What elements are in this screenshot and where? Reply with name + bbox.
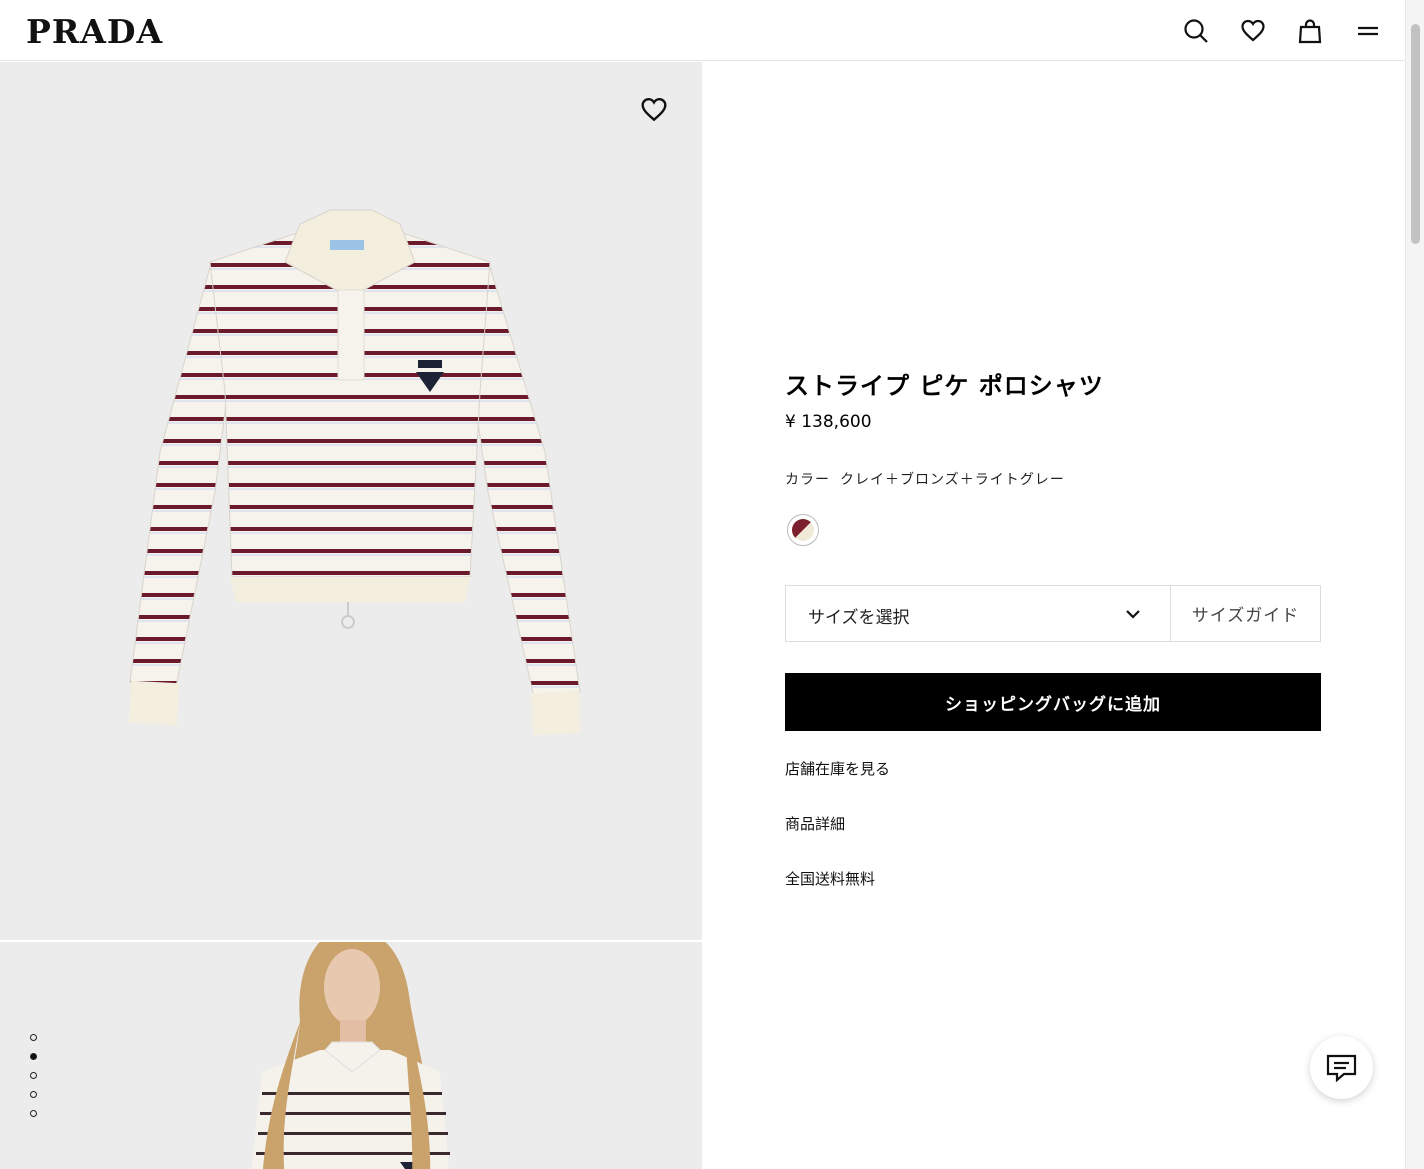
heart-icon[interactable]	[1240, 18, 1266, 44]
color-value: クレイ＋ブロンズ＋ライトグレー	[840, 472, 1065, 488]
bag-icon[interactable]	[1297, 18, 1323, 44]
search-icon[interactable]	[1183, 18, 1209, 44]
gallery-dot[interactable]	[30, 1110, 37, 1117]
add-to-bag-button[interactable]: ショッピングバッグに追加	[785, 673, 1321, 731]
color-label: カラー	[785, 472, 830, 488]
site-header: PRADA	[0, 0, 1405, 61]
model-image	[251, 927, 450, 1169]
polo-shirt-image	[128, 209, 582, 736]
prada-logo[interactable]: PRADA	[26, 12, 163, 52]
product-price: ¥ 138,600	[785, 412, 872, 432]
free-shipping-link[interactable]: 全国送料無料	[785, 868, 875, 889]
chat-button[interactable]	[1310, 1036, 1373, 1099]
color-info: カラー クレイ＋ブロンズ＋ライトグレー	[785, 469, 1065, 489]
size-select-label: サイズを選択	[808, 608, 910, 628]
page-scrollbar[interactable]	[1405, 0, 1424, 1169]
chat-icon	[1326, 1054, 1357, 1083]
size-select-dropdown[interactable]: サイズを選択	[786, 586, 1171, 641]
scrollbar-thumb[interactable]	[1411, 24, 1420, 244]
gallery-dot[interactable]	[30, 1034, 37, 1041]
product-gallery	[0, 62, 702, 1169]
gallery-dot[interactable]	[30, 1091, 37, 1098]
chevron-down-icon	[1126, 610, 1140, 619]
gallery-dot-active[interactable]	[30, 1053, 37, 1060]
product-details-link[interactable]: 商品詳細	[785, 813, 845, 834]
store-stock-link[interactable]: 店舗在庫を見る	[785, 758, 890, 779]
menu-icon[interactable]	[1355, 18, 1381, 44]
size-guide-button[interactable]: サイズガイド	[1171, 586, 1320, 641]
color-swatch[interactable]	[787, 514, 819, 546]
size-selector-row: サイズを選択 サイズガイド	[785, 585, 1321, 642]
gallery-dots	[30, 1034, 37, 1129]
gallery-dot[interactable]	[30, 1072, 37, 1079]
product-image-model[interactable]	[0, 927, 702, 1169]
product-title: ストライプ ピケ ポロシャツ	[785, 372, 1104, 400]
wishlist-heart-icon[interactable]	[640, 96, 668, 124]
product-image-main[interactable]	[0, 62, 702, 940]
